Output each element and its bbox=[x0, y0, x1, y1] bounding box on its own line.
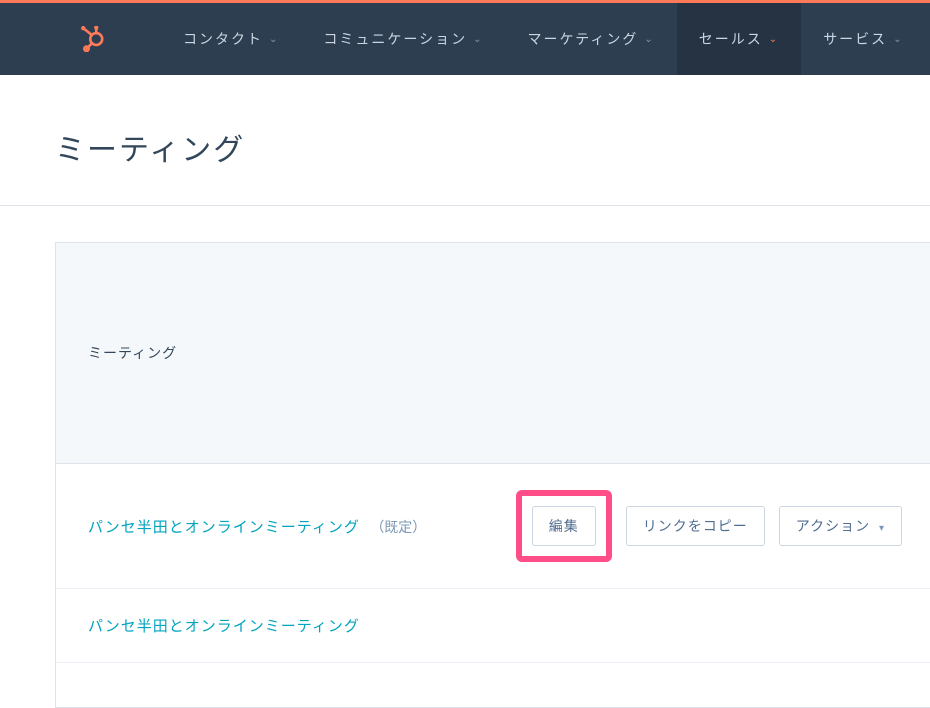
chevron-down-icon: ⌄ bbox=[269, 34, 279, 45]
nav-label: コンタクト bbox=[183, 29, 263, 49]
nav-label: マーケティング bbox=[528, 29, 639, 49]
meeting-row: パンセ半田とオンラインミーティング bbox=[56, 589, 930, 663]
chevron-down-icon: ⌄ bbox=[893, 34, 903, 45]
chevron-down-icon: ⌄ bbox=[473, 34, 483, 45]
panel-header: ミーティング bbox=[56, 243, 930, 464]
meeting-link[interactable]: パンセ半田とオンラインミーティング bbox=[88, 618, 360, 635]
meeting-name-wrap: . bbox=[88, 689, 93, 707]
divider bbox=[0, 205, 930, 206]
meeting-link[interactable]: パンセ半田とオンラインミーティング bbox=[88, 519, 360, 536]
nav-label: セールス bbox=[699, 29, 763, 49]
nav-items: コンタクト ⌄ コミュニケーション ⌄ マーケティング ⌄ セールス ⌄ サービ… bbox=[161, 3, 926, 75]
copy-link-button[interactable]: リンクをコピー bbox=[626, 506, 765, 546]
meeting-name-wrap: パンセ半田とオンラインミーティング （既定） bbox=[88, 516, 426, 537]
actions-label: アクション bbox=[796, 518, 870, 534]
page-title: ミーティング bbox=[55, 125, 930, 169]
nav-item-communication[interactable]: コミュニケーション ⌄ bbox=[301, 3, 505, 75]
nav-label: コミュニケーション bbox=[323, 29, 467, 49]
edit-button[interactable]: 編集 bbox=[532, 506, 596, 546]
highlight-box: 編集 bbox=[516, 490, 612, 562]
page-header: ミーティング bbox=[0, 75, 930, 205]
nav-item-sales[interactable]: セールス ⌄ bbox=[677, 3, 801, 75]
meeting-name-wrap: パンセ半田とオンラインミーティング bbox=[88, 615, 360, 636]
hubspot-logo-icon[interactable] bbox=[80, 26, 106, 52]
chevron-down-icon: ⌄ bbox=[769, 34, 779, 45]
actions-menu-button[interactable]: アクション ▾ bbox=[779, 506, 902, 546]
row-actions: 編集 リンクをコピー アクション ▾ bbox=[516, 490, 902, 562]
meetings-panel: ミーティング パンセ半田とオンラインミーティング （既定） 編集 リンクをコピー… bbox=[55, 242, 930, 708]
top-nav: コンタクト ⌄ コミュニケーション ⌄ マーケティング ⌄ セールス ⌄ サービ… bbox=[0, 3, 930, 75]
default-suffix: （既定） bbox=[370, 519, 426, 535]
meeting-row: パンセ半田とオンラインミーティング （既定） 編集 リンクをコピー アクション … bbox=[56, 464, 930, 589]
nav-label: サービス bbox=[823, 29, 887, 49]
caret-down-icon: ▾ bbox=[879, 523, 885, 534]
chevron-down-icon: ⌄ bbox=[644, 34, 654, 45]
nav-item-marketing[interactable]: マーケティング ⌄ bbox=[506, 3, 677, 75]
nav-item-contacts[interactable]: コンタクト ⌄ bbox=[161, 3, 301, 75]
meeting-row: . bbox=[56, 663, 930, 707]
nav-item-service[interactable]: サービス ⌄ bbox=[801, 3, 925, 75]
